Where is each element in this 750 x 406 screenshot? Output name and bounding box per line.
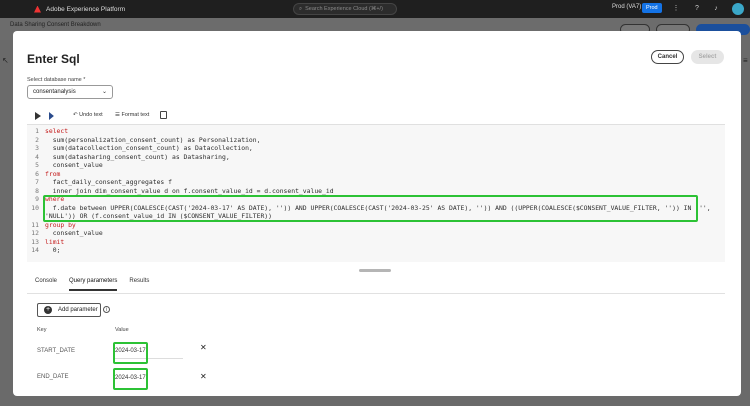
line-number: 11 — [31, 220, 39, 229]
line-number: 7 — [35, 178, 39, 186]
dialog-title: Enter Sql — [27, 52, 80, 66]
line-number: 5 — [35, 161, 39, 169]
breadcrumb: Data Sharing Consent Breakdown — [10, 22, 101, 28]
menu-icon: ≡ — [743, 56, 748, 65]
format-label: Format text — [121, 112, 150, 118]
code-line: select — [45, 127, 69, 135]
copy-icon[interactable] — [160, 111, 167, 119]
global-search-input[interactable]: ⌕ Search Experience Cloud (⌘+/) — [293, 3, 397, 15]
format-text-button[interactable]: ☰ Format text — [115, 112, 149, 118]
code-line: sum(datasharing_consent_count) as Datash… — [45, 152, 230, 161]
highlight-box — [113, 342, 148, 364]
sql-editor[interactable]: 1 select 2 sum(personalization_consent_co… — [27, 124, 725, 262]
add-parameter-label: Add parameter — [58, 307, 98, 313]
line-number: 8 — [35, 186, 39, 195]
run-selected-icon[interactable] — [49, 112, 54, 120]
column-header-value: Value — [115, 327, 129, 333]
database-select-value: consentanalysis — [33, 89, 76, 95]
tab-divider — [27, 293, 725, 294]
cancel-button[interactable]: Cancel — [651, 50, 684, 64]
where-clause-highlight — [43, 195, 698, 222]
search-icon: ⌕ — [299, 5, 303, 12]
chevron-down-icon: ⌄ — [101, 89, 107, 95]
param-key: START_DATE — [37, 348, 76, 354]
environment-switcher[interactable]: Prod (VA7) — [612, 4, 641, 10]
line-number: 4 — [35, 152, 39, 161]
code-line: limit — [45, 237, 65, 246]
line-number: 2 — [35, 135, 39, 144]
database-label: Select database name * — [27, 77, 86, 83]
env-badge: Prod — [642, 3, 662, 13]
code-line: 0; — [45, 246, 61, 254]
database-select[interactable]: consentanalysis ⌄ — [27, 85, 113, 99]
tab-query-parameters[interactable]: Query parameters — [69, 278, 118, 291]
adobe-logo-icon — [34, 5, 41, 13]
select-button[interactable]: Select — [691, 50, 724, 64]
search-placeholder: Search Experience Cloud (⌘+/) — [305, 6, 383, 12]
line-number: 6 — [35, 169, 39, 178]
param-key: END_DATE — [37, 374, 69, 380]
run-query-play-icon[interactable] — [35, 112, 41, 120]
resize-handle[interactable] — [359, 269, 391, 272]
line-number: 10 — [31, 203, 39, 212]
remove-param-icon[interactable]: ✕ — [200, 343, 207, 352]
line-number: 9 — [35, 195, 39, 203]
line-number: 12 — [31, 229, 39, 237]
highlight-box — [113, 368, 148, 390]
add-circle-icon: + — [44, 306, 52, 314]
remove-param-icon[interactable]: ✕ — [200, 372, 207, 381]
code-line: sum(personalization_consent_count) as Pe… — [45, 135, 261, 144]
line-number: 1 — [35, 127, 39, 135]
code-line: from — [45, 169, 61, 178]
add-parameter-button[interactable]: + Add parameter — [37, 303, 101, 317]
info-icon[interactable]: i — [103, 306, 110, 313]
tab-results[interactable]: Results — [129, 278, 149, 291]
column-header-key: Key — [37, 327, 47, 333]
undo-label: Undo text — [79, 112, 103, 118]
code-line: fact_daily_consent_aggregates f — [45, 178, 172, 186]
top-app-bar: Adobe Experience Platform ⌕ Search Exper… — [0, 0, 750, 18]
help-icon[interactable]: ? — [693, 4, 701, 13]
code-line: consent_value — [45, 161, 103, 169]
code-line: sum(datacollection_consent_count) as Dat… — [45, 144, 253, 152]
tab-console[interactable]: Console — [35, 278, 57, 291]
line-number: 14 — [31, 246, 39, 254]
line-number: 3 — [35, 144, 39, 152]
user-avatar[interactable] — [732, 3, 744, 15]
undo-text-button[interactable]: ↶ Undo text — [73, 112, 103, 118]
apps-grid-icon[interactable]: ⋮ — [672, 4, 680, 13]
app-name: Adobe Experience Platform — [46, 5, 126, 13]
code-line: consent_value — [45, 229, 103, 237]
line-number: 13 — [31, 237, 39, 246]
result-tabs: Console Query parameters Results — [35, 278, 149, 291]
back-arrow-icon: ↖ — [2, 56, 9, 65]
notifications-bell-icon[interactable]: ♪ — [712, 4, 720, 13]
code-line: inner join dim_consent_value d on f.cons… — [45, 186, 334, 195]
